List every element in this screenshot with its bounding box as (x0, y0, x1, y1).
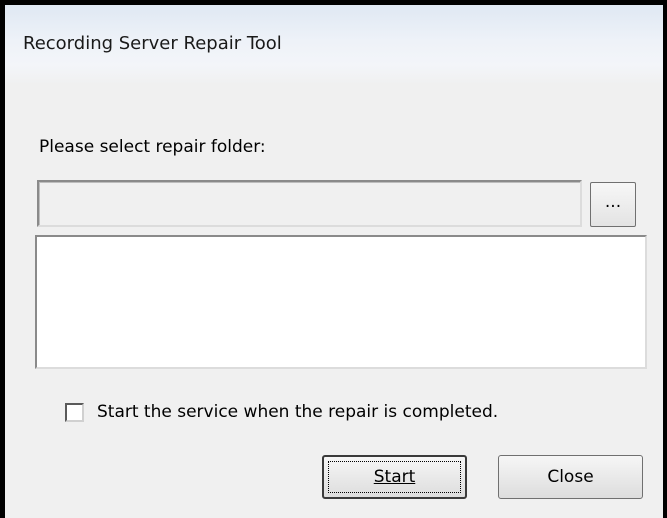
repair-folder-path-field[interactable] (37, 180, 582, 227)
close-button-label: Close (547, 467, 594, 487)
start-service-checkbox[interactable] (65, 402, 84, 422)
start-service-option[interactable]: Start the service when the repair is com… (65, 402, 498, 422)
close-button[interactable]: Close (498, 455, 643, 499)
browse-folder-button[interactable]: ... (590, 182, 636, 227)
repair-folder-label: Please select repair folder: (39, 137, 266, 157)
start-button[interactable]: Start (322, 455, 467, 499)
window-title: Recording Server Repair Tool (23, 33, 282, 54)
start-button-label: Start (373, 467, 416, 487)
browse-button-label: ... (604, 191, 622, 212)
repair-log-area[interactable] (35, 235, 647, 369)
start-service-label[interactable]: Start the service when the repair is com… (97, 402, 498, 422)
repair-tool-window: Recording Server Repair Tool Please sele… (0, 0, 667, 518)
title-bar[interactable]: Recording Server Repair Tool (5, 5, 663, 85)
